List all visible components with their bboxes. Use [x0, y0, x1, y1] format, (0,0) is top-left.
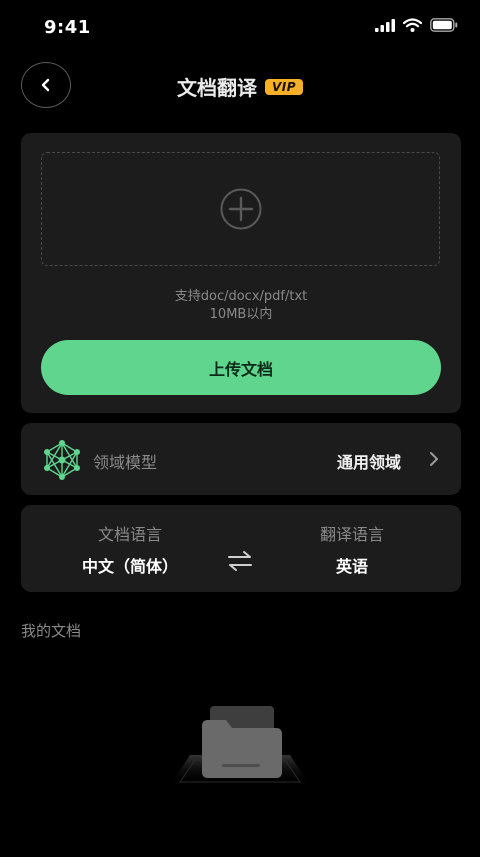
plus-circle-icon — [220, 188, 261, 230]
target-language-value: 英语 — [335, 557, 368, 576]
status-icons — [375, 18, 458, 32]
upload-format-hint: 支持doc/docx/pdf/txt — [174, 289, 308, 304]
page-title: 文档翻译 — [176, 76, 257, 100]
empty-folder-illustration — [170, 706, 310, 785]
source-language-label: 文档语言 — [97, 525, 162, 544]
upload-size-hint: 10MB以内 — [209, 307, 273, 322]
nav-bar: 文档翻译 VIP — [0, 62, 480, 112]
swap-icon[interactable] — [227, 551, 253, 571]
battery-icon — [430, 18, 458, 32]
my-documents-title: 我的文档 — [21, 622, 82, 640]
upload-document-button[interactable]: 上传文档 — [41, 340, 441, 395]
status-bar: 9:41 — [0, 0, 480, 56]
file-drop-zone[interactable] — [41, 152, 440, 266]
domain-model-row[interactable]: 领域模型 通用领域 — [21, 423, 461, 495]
target-language-selector[interactable]: 翻译语言 英语 — [272, 521, 432, 577]
target-language-label: 翻译语言 — [319, 525, 384, 544]
source-language-value: 中文（简体） — [81, 557, 178, 576]
vip-badge: VIP — [264, 78, 304, 95]
language-card: 文档语言 中文（简体） 翻译语言 英语 — [21, 505, 461, 592]
wifi-icon — [403, 18, 422, 32]
network-model-icon — [44, 440, 80, 480]
status-time: 9:41 — [44, 17, 91, 38]
upload-card: 支持doc/docx/pdf/txt 10MB以内 上传文档 — [21, 133, 461, 413]
source-language-selector[interactable]: 文档语言 中文（简体） — [50, 521, 210, 577]
domain-model-value: 通用领域 — [336, 453, 401, 472]
chevron-right-icon — [430, 452, 438, 466]
domain-model-label: 领域模型 — [93, 453, 158, 472]
page-title-group: 文档翻译 VIP — [0, 72, 480, 101]
signal-icon — [375, 18, 395, 32]
